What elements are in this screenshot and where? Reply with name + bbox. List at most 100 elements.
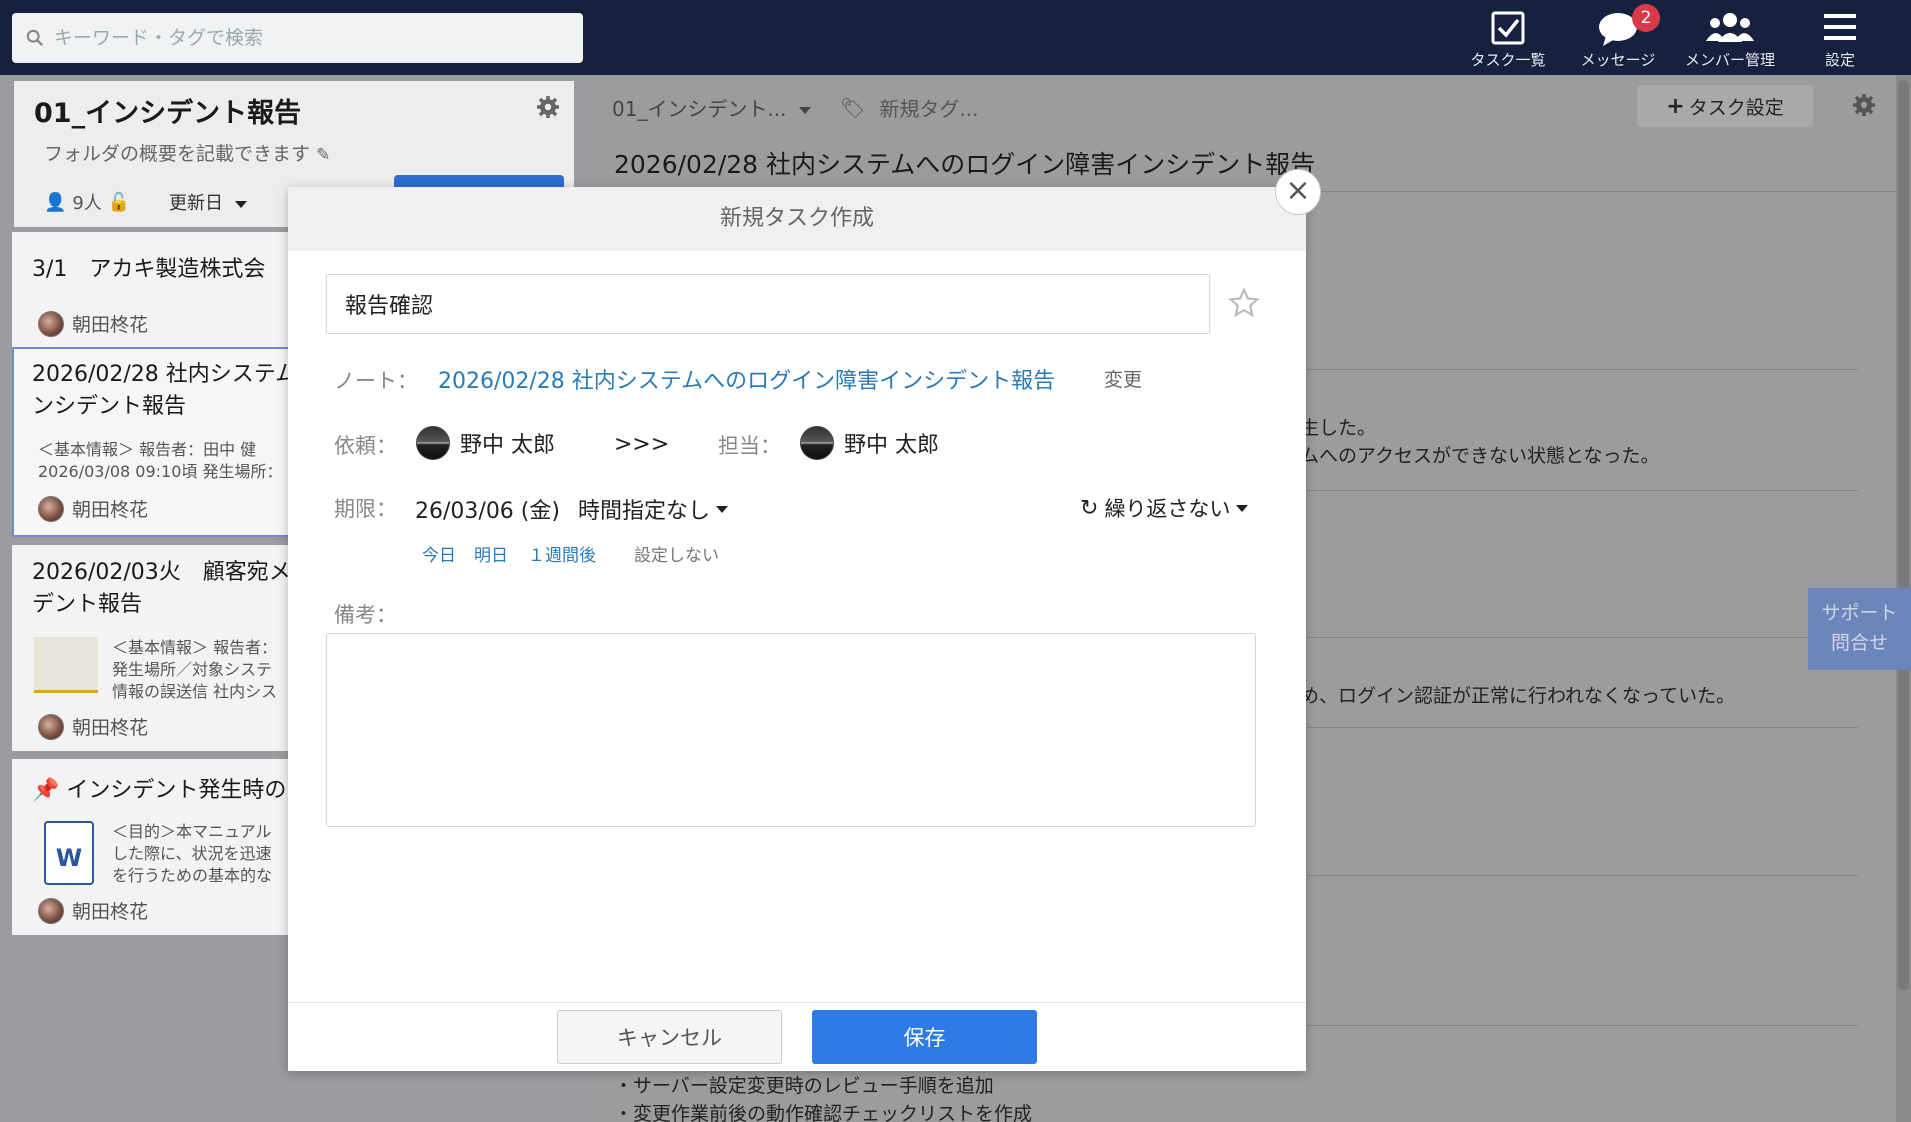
quick-date-none[interactable]: 設定しない [634, 541, 719, 566]
caret-down-icon [234, 200, 247, 208]
sort-dropdown[interactable]: 更新日 [169, 189, 247, 215]
avatar [38, 495, 64, 522]
save-button[interactable]: 保存 [812, 1010, 1037, 1064]
note-card-excerpt-line3: 情報の誤送信 社内シス [112, 682, 278, 701]
folder-breadcrumb-text: 01_インシデント... [612, 97, 787, 121]
top-navigation-bar: タスク一覧 2 メッセージ メンバー管理 設定 [0, 0, 1911, 75]
note-text-line: ムへのアクセスができない状態となった。 [1300, 445, 1660, 467]
gear-icon[interactable] [1852, 93, 1876, 117]
plus-icon: + [1666, 93, 1685, 119]
quick-date-today[interactable]: 今日 [422, 541, 456, 566]
nav-members[interactable]: メンバー管理 [1680, 8, 1780, 70]
note-card-title-line1: 2026/02/03火 顧客宛メ [32, 560, 291, 585]
nav-task-list[interactable]: タスク一覧 [1458, 8, 1558, 70]
nav-messages-label: メッセージ [1580, 51, 1656, 69]
quick-date-tomorrow[interactable]: 明日 [474, 541, 508, 566]
close-icon[interactable]: × [1275, 169, 1321, 215]
caret-down-icon [1236, 504, 1249, 512]
tag-icon: 🏷 [840, 95, 866, 120]
menu-icon [1824, 14, 1856, 40]
star-icon[interactable] [1228, 287, 1260, 319]
note-card-title-line2: デント報告 [32, 592, 143, 617]
pencil-icon[interactable]: ✎ [316, 145, 330, 165]
caret-down-icon [716, 505, 729, 513]
search-input[interactable] [54, 27, 554, 49]
memo-textarea[interactable] [326, 633, 1256, 827]
pin-icon: 📌 [32, 778, 60, 803]
avatar [800, 426, 834, 460]
support-tab-line2: 問合せ [1830, 632, 1888, 654]
add-tag-label: 新規タグ... [879, 97, 979, 121]
search-box[interactable] [12, 13, 583, 63]
author-name: 朝田柊花 [72, 499, 149, 521]
folder-description-text: フォルダの概要を記載できます [44, 143, 311, 165]
dialog-title: 新規タスク作成 [288, 187, 1306, 251]
requester-selector[interactable]: 野中 太郎 [416, 426, 555, 460]
note-card-excerpt-line1: ＜目的＞本マニュアル [112, 822, 272, 841]
folder-description[interactable]: フォルダの概要を記載できます ✎ [44, 139, 330, 166]
deadline-date-picker[interactable]: 26/03/06 (金) [415, 493, 560, 525]
gear-icon[interactable] [536, 95, 560, 119]
dialog-footer [288, 1002, 1306, 1071]
thumbnail-image [34, 637, 98, 693]
note-card-title-text: インシデント発生時の [66, 778, 287, 803]
note-text-line: め、ログイン認証が正常に行われなくなっていた。 [1300, 685, 1736, 707]
repeat-icon: ↻ [1080, 495, 1099, 521]
requester-name: 野中 太郎 [460, 433, 555, 458]
note-title: 2026/02/28 社内システムへのログイン障害インシデント報告 [614, 150, 1316, 179]
nav-settings-label: 設定 [1824, 51, 1855, 69]
word-file-icon: W [44, 821, 94, 885]
change-note-link[interactable]: 変更 [1104, 365, 1142, 392]
note-card-excerpt-line2: した際に、状況を迅速 [112, 844, 272, 863]
note-card-excerpt-line3: を行うための基本的な [112, 866, 273, 885]
nav-members-label: メンバー管理 [1684, 51, 1775, 69]
note-card-author: 朝田柊花 [38, 310, 148, 337]
nav-messages[interactable]: 2 メッセージ [1568, 4, 1668, 70]
nav-settings[interactable]: 設定 [1790, 8, 1890, 70]
time-dropdown-label: 時間指定なし [578, 499, 711, 524]
note-card-author: 朝田柊花 [38, 897, 148, 924]
assignee-name: 野中 太郎 [844, 433, 939, 458]
note-link[interactable]: 2026/02/28 社内システムへのログイン障害インシデント報告 [438, 363, 1055, 395]
avatar [38, 310, 64, 337]
avatar [38, 713, 64, 740]
task-title-input[interactable] [326, 274, 1210, 334]
new-task-dialog: 新規タスク作成 × ノート： 2026/02/28 社内システムへのログイン障害… [288, 169, 1321, 1071]
note-card-title: 📌 インシデント発生時の [32, 775, 286, 807]
note-card-excerpt-line2: 発生場所／対象システ [112, 660, 273, 679]
assignee-selector[interactable]: 野中 太郎 [800, 426, 939, 460]
folder-members[interactable]: 👤 9人 🔓 [44, 189, 130, 215]
memo-label: 備考： [334, 603, 397, 627]
note-text-line: ・サーバー設定変更時のレビュー手順を追加 [614, 1075, 994, 1097]
repeat-dropdown[interactable]: ↻ 繰り返さない [1080, 493, 1249, 523]
lock-icon: 🔓 [107, 191, 131, 213]
caret-down-icon [798, 107, 811, 114]
note-card-title-line1: 2026/02/28 社内システム [32, 362, 298, 387]
search-icon [26, 29, 44, 47]
note-card-excerpt-line2: 2026/03/08 09:10頃 発生場所： [38, 462, 283, 481]
checkbox-icon [1491, 11, 1525, 45]
folder-title: 01_インシデント報告 [34, 98, 302, 129]
assignee-label: 担当： [718, 434, 781, 458]
support-tab[interactable]: サポート 問合せ [1808, 588, 1911, 670]
add-tag[interactable]: 🏷 新規タグ... [840, 93, 978, 122]
avatar [38, 897, 64, 924]
note-text-line: ・変更作業前後の動作確認チェックリストを作成 [614, 1103, 1033, 1122]
note-card-author: 朝田柊花 [38, 713, 148, 740]
message-badge: 2 [1632, 4, 1660, 32]
requester-label: 依頼： [334, 434, 397, 458]
task-setting-label: タスク設定 [1688, 96, 1784, 119]
note-card-author: 朝田柊花 [38, 495, 148, 522]
time-dropdown[interactable]: 時間指定なし [578, 493, 729, 525]
member-count: 9人 [72, 193, 102, 214]
arrow-text: >>> [614, 432, 670, 457]
note-label: ノート： [334, 369, 418, 393]
note-card-title-line2: ンシデント報告 [32, 394, 187, 419]
task-setting-button[interactable]: + タスク設定 [1637, 85, 1813, 127]
scrollbar-thumb[interactable] [1898, 80, 1909, 990]
cancel-button[interactable]: キャンセル [557, 1010, 782, 1064]
members-icon [1706, 13, 1754, 42]
nav-task-list-label: タスク一覧 [1470, 51, 1546, 69]
quick-date-week[interactable]: １週間後 [528, 541, 596, 566]
folder-breadcrumb[interactable]: 01_インシデント... [612, 93, 811, 122]
